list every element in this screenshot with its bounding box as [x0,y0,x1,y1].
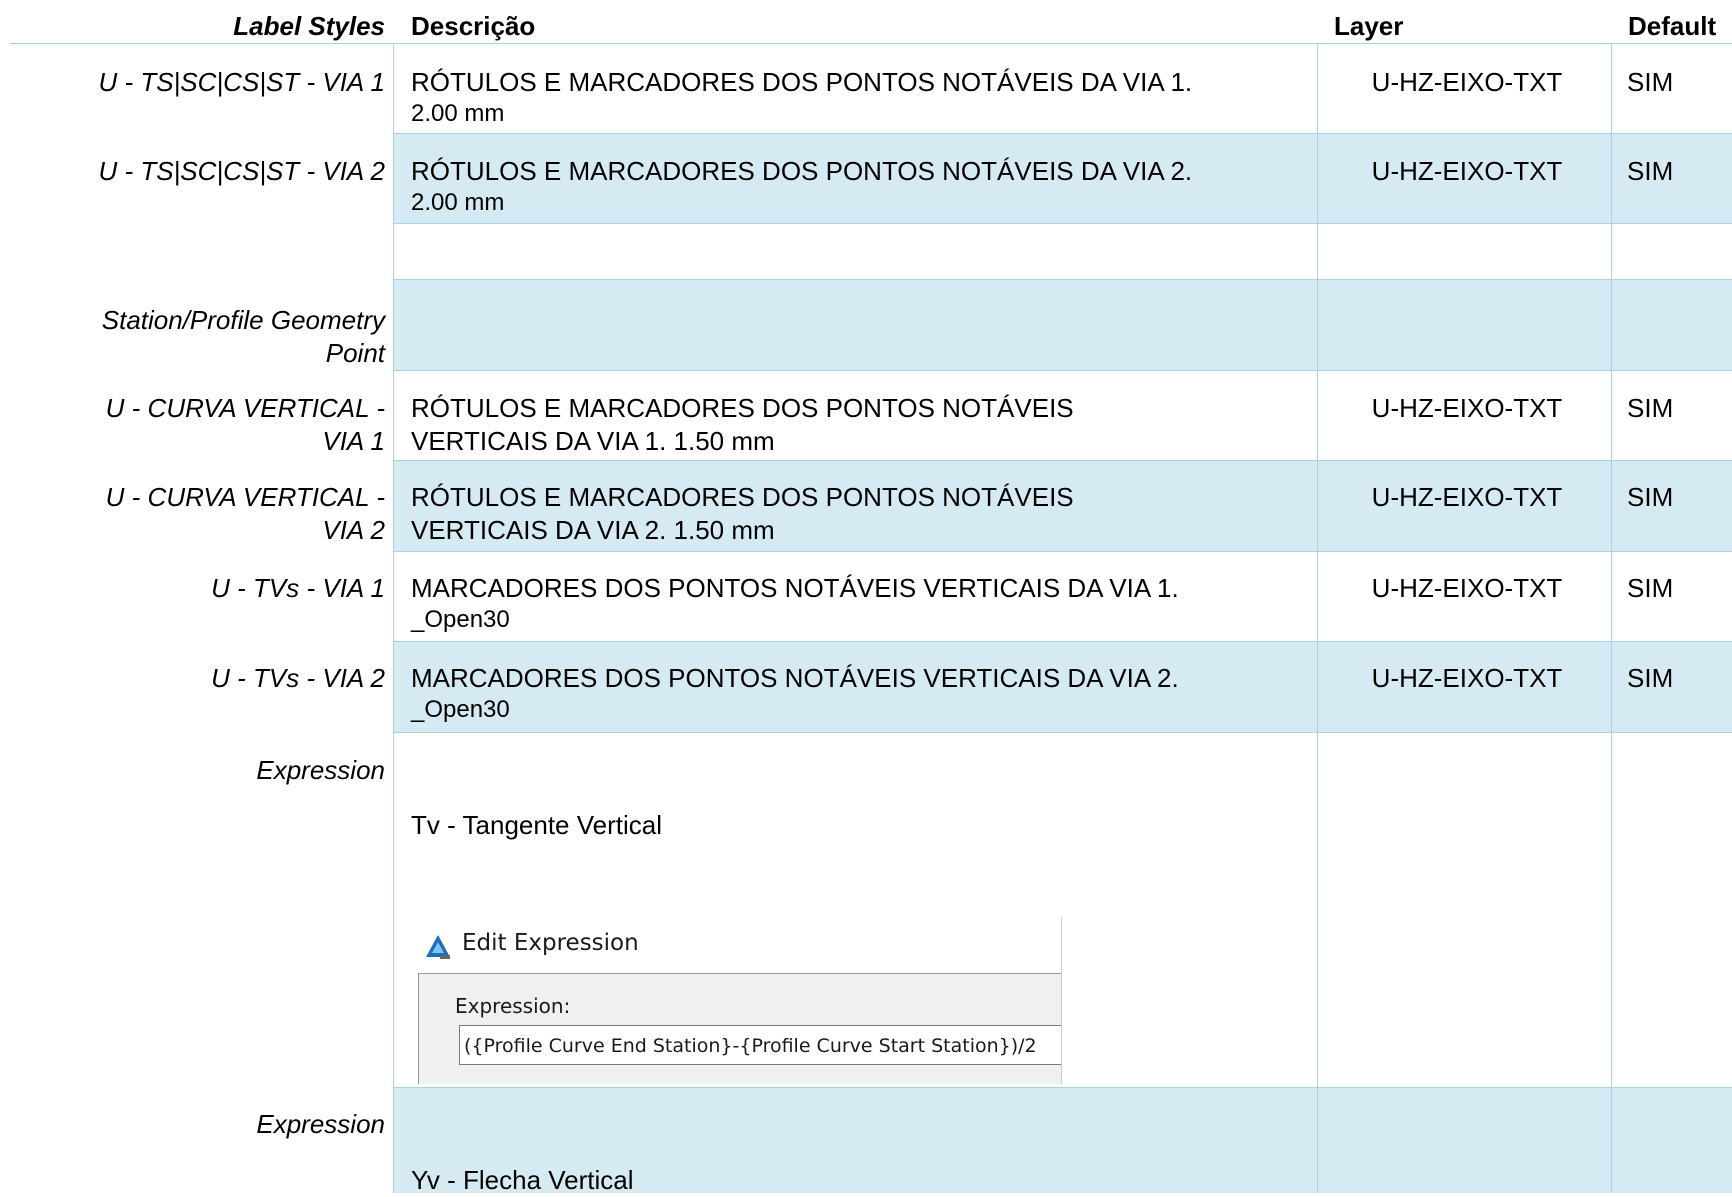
table-row: U - TVs - VIA 2 MARCADORES DOS PONTOS NO… [0,642,1732,732]
row-label-line1: U - CURVA VERTICAL - [105,482,385,512]
row-description: RÓTULOS E MARCADORES DOS PONTOS NOTÁVEIS… [411,392,1311,458]
row-label: U - CURVA VERTICAL - VIA 1 [0,392,385,458]
row-description-sub: VERTICAIS DA VIA 1. 1.50 mm [411,426,775,456]
header-descricao: Descrição [411,11,536,41]
row-layer: U-HZ-EIXO-TXT [1371,67,1563,97]
row-default: SIM [1627,67,1674,97]
table-row: U - CURVA VERTICAL - VIA 2 RÓTULOS E MAR… [0,461,1732,551]
row-description-sub: _Open30 [411,696,510,723]
header-layer: Layer [1334,11,1404,41]
row-label-line2: VIA 1 [322,426,385,456]
row-default: SIM [1627,573,1674,603]
row-label-line1: Station/Profile Geometry [101,305,385,335]
expression-row: Expression Yv - Flecha Vertical [0,1088,1732,1195]
row-default: SIM [1627,156,1674,186]
expression-description: Yv - Flecha Vertical [411,1165,634,1195]
row-description-sub: 2.00 mm [411,100,505,127]
row-default: SIM [1627,482,1674,512]
row-description-sub: VERTICAIS DA VIA 2. 1.50 mm [411,515,775,545]
header-default: Default [1628,11,1717,41]
expression-label: Expression [256,1109,385,1139]
row-description: MARCADORES DOS PONTOS NOTÁVEIS VERTICAIS… [411,662,1311,725]
header-label-styles: Label Styles [233,11,385,41]
row-layer: U-HZ-EIXO-TXT [1371,573,1563,603]
row-layer: U-HZ-EIXO-TXT [1371,482,1563,512]
row-description: MARCADORES DOS PONTOS NOTÁVEIS VERTICAIS… [411,572,1311,635]
row-label: U - CURVA VERTICAL - VIA 2 [0,481,385,547]
table-row: U - TS|SC|CS|ST - VIA 2 RÓTULOS E MARCAD… [0,134,1732,223]
row-layer: U-HZ-EIXO-TXT [1371,663,1563,693]
row-description-main: RÓTULOS E MARCADORES DOS PONTOS NOTÁVEIS [411,393,1074,423]
row-label-line2: Point [325,338,385,368]
table-row: Station/Profile Geometry Point [0,280,1732,370]
column-divider-descricao [393,44,394,1193]
row-description-sub: 2.00 mm [411,189,505,216]
column-divider-default [1611,44,1612,1193]
row-layer: U-HZ-EIXO-TXT [1371,393,1563,423]
row-description: RÓTULOS E MARCADORES DOS PONTOS NOTÁVEIS… [411,66,1311,129]
row-description-main: RÓTULOS E MARCADORES DOS PONTOS NOTÁVEIS [411,482,1074,512]
autocad-icon [426,935,450,959]
row-label: U - TVs - VIA 1 [211,573,385,603]
expression-field[interactable]: ({Profile Curve End Station}-{Profile Cu… [459,1025,1061,1065]
row-description-sub: _Open30 [411,606,510,633]
table-row: U - TVs - VIA 1 MARCADORES DOS PONTOS NO… [0,552,1732,641]
edit-expression-dialog-screenshot: Edit Expression Expression: ({Profile Cu… [410,917,1062,1084]
dialog-panel: Expression: ({Profile Curve End Station}… [418,973,1061,1084]
table-row: U - CURVA VERTICAL - VIA 1 RÓTULOS E MAR… [0,371,1732,460]
row-description-main: RÓTULOS E MARCADORES DOS PONTOS NOTÁVEIS… [411,156,1193,186]
row-label-line2: VIA 2 [322,515,385,545]
row-layer: U-HZ-EIXO-TXT [1371,156,1563,186]
expression-row: Expression Tv - Tangente Vertical Edit E… [0,733,1732,1087]
row-label-line1: U - CURVA VERTICAL - [105,393,385,423]
row-description: RÓTULOS E MARCADORES DOS PONTOS NOTÁVEIS… [411,155,1311,218]
table-row: U - TS|SC|CS|ST - VIA 1 RÓTULOS E MARCAD… [0,44,1732,134]
row-label: Station/Profile Geometry Point [0,304,385,370]
expression-field-label: Expression: [455,994,571,1018]
row-description-main: MARCADORES DOS PONTOS NOTÁVEIS VERTICAIS… [411,573,1179,603]
row-label: U - TS|SC|CS|ST - VIA 1 [98,67,385,97]
table-row [0,224,1732,279]
row-shade [393,280,1732,370]
dialog-title: Edit Expression [462,930,639,956]
row-description-main: RÓTULOS E MARCADORES DOS PONTOS NOTÁVEIS… [411,67,1193,97]
row-default: SIM [1627,393,1674,423]
row-label: U - TVs - VIA 2 [211,663,385,693]
row-label: U - TS|SC|CS|ST - VIA 2 [98,156,385,186]
row-default: SIM [1627,663,1674,693]
dialog-titlebar: Edit Expression [410,917,1061,971]
expression-description: Tv - Tangente Vertical [411,810,662,840]
expression-label: Expression [256,755,385,785]
column-divider-layer [1317,44,1318,1193]
row-description-main: MARCADORES DOS PONTOS NOTÁVEIS VERTICAIS… [411,663,1179,693]
row-description: RÓTULOS E MARCADORES DOS PONTOS NOTÁVEIS… [411,481,1311,547]
